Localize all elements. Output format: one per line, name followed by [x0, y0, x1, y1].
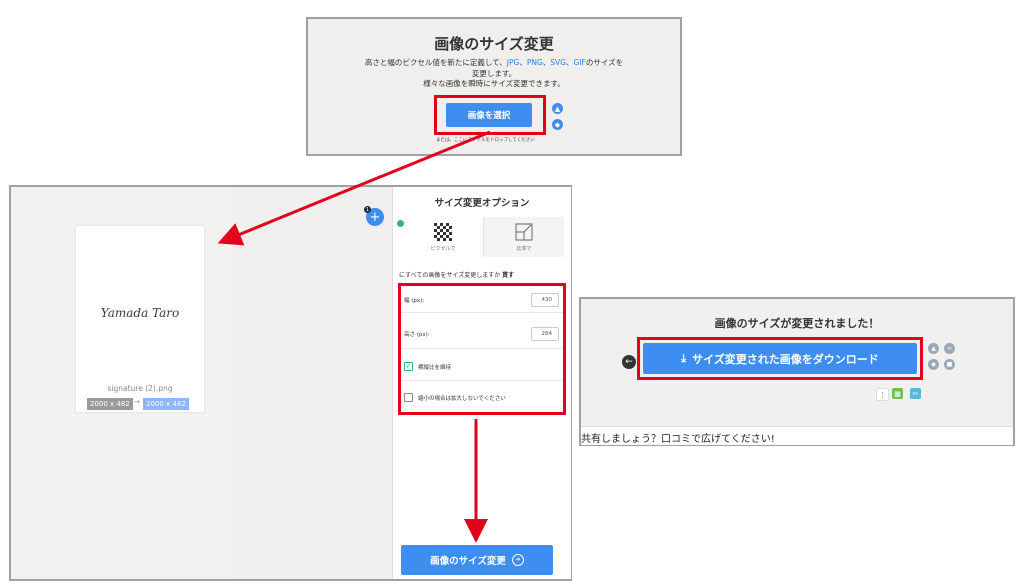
arrow-to-editor	[217, 130, 491, 246]
flow-arrows	[217, 130, 491, 543]
